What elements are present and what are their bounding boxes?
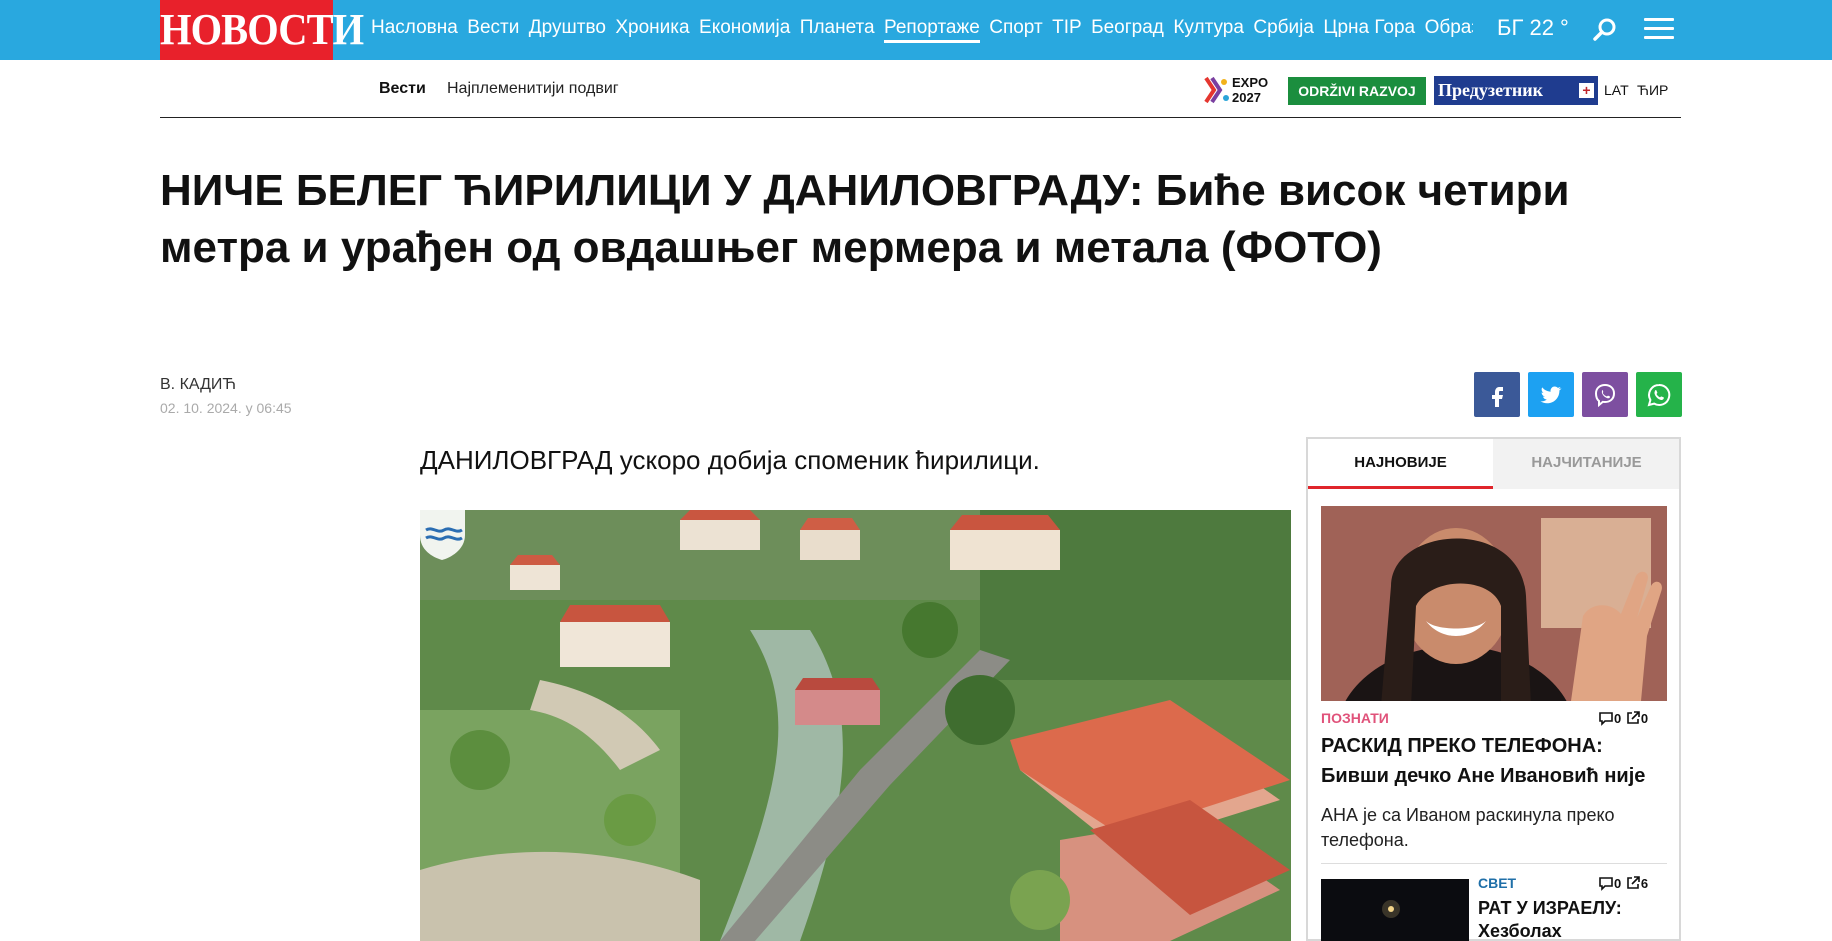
nav-item-ekonomija[interactable]: Економија <box>699 0 790 56</box>
share-count: 6 <box>1640 876 1649 891</box>
nav-item-hronika[interactable]: Хроника <box>615 0 689 56</box>
viber-icon <box>1594 383 1616 407</box>
news-sidebar: НАЈНОВИЈЕ НАЈЧИТАНИЈЕ ПОЗНАТИ 0 0 РАСКИД… <box>1306 437 1681 941</box>
sidebar-tabs: НАЈНОВИЈЕ НАЈЧИТАНИЈЕ <box>1308 439 1679 489</box>
news-item-image[interactable] <box>1321 506 1667 701</box>
news-category[interactable]: ПОЗНАТИ <box>1321 710 1389 726</box>
weather-widget[interactable]: БГ 22 ° <box>1497 0 1569 60</box>
breadcrumb-tag[interactable]: Најплеменитији подвиг <box>447 80 619 98</box>
nav-item-tip[interactable]: TIP <box>1052 0 1082 56</box>
language-cyrillic-link[interactable]: ЋИР <box>1637 82 1668 98</box>
viber-share-button[interactable] <box>1582 372 1628 417</box>
hamburger-menu-icon[interactable] <box>1644 18 1674 40</box>
nav-item-beograd[interactable]: Београд <box>1091 0 1164 56</box>
twitter-share-button[interactable] <box>1528 372 1574 417</box>
twitter-icon <box>1540 386 1562 404</box>
expo-2027-text: EXPO 2027 <box>1232 75 1269 105</box>
plus-icon: + <box>1579 83 1594 98</box>
facebook-icon <box>1492 387 1503 407</box>
article-photo-danilovgrad[interactable] <box>420 510 1291 941</box>
main-nav: Насловна Вести Друштво Хроника Економија… <box>371 0 1473 60</box>
news-counters: 0 0 <box>1598 710 1648 726</box>
article-lead: ДАНИЛОВГРАД ускоро добија споменик ћирил… <box>420 445 1040 475</box>
novosti-logo[interactable]: НОВОСТИ <box>160 0 364 60</box>
nav-item-planeta[interactable]: Планета <box>800 0 875 56</box>
news-lead: АНА је са Иваном раскинула преко телефон… <box>1321 805 1615 850</box>
odrzivi-razvoj-badge[interactable]: ODRŽIVI RAZVOJ <box>1288 77 1426 105</box>
news-item-2-image[interactable] <box>1321 879 1469 941</box>
share-icon <box>1627 711 1640 724</box>
news-2-category[interactable]: СВЕТ <box>1478 875 1516 891</box>
top-navigation-bar: НОВОСТИ Насловна Вести Друштво Хроника Е… <box>0 0 1832 60</box>
sub-header: Вести Најплеменитији подвиг EXPO 2027 OD… <box>160 60 1681 118</box>
article-author[interactable]: В. КАДИЋ <box>160 376 236 394</box>
share-icon <box>1627 876 1640 889</box>
share-count: 0 <box>1640 711 1649 726</box>
nav-item-srbija[interactable]: Србија <box>1253 0 1314 56</box>
article-date: 02. 10. 2024. у 06:45 <box>160 400 292 416</box>
nav-item-naslovna[interactable]: Насловна <box>371 0 458 56</box>
nav-item-vesti[interactable]: Вести <box>467 0 519 56</box>
news-title[interactable]: РАСКИД ПРЕКО ТЕЛЕФОНА: Бивши дечко Ане И… <box>1321 731 1671 791</box>
comment-icon <box>1599 712 1613 726</box>
news-2-title[interactable]: РАТ У ИЗРАЕЛУ: Хезболах <box>1478 897 1668 941</box>
language-latin-link[interactable]: LAT <box>1604 82 1629 98</box>
news-divider <box>1321 863 1667 864</box>
facebook-share-button[interactable] <box>1474 372 1520 417</box>
preduzetnik-badge[interactable]: Предузетник + <box>1434 76 1598 105</box>
comment-count: 0 <box>1614 711 1622 726</box>
nav-item-crna-gora[interactable]: Црна Гора <box>1323 0 1415 56</box>
nav-item-kultura[interactable]: Култура <box>1173 0 1244 56</box>
tab-most-read[interactable]: НАЈЧИТАНИЈЕ <box>1494 439 1679 489</box>
search-icon[interactable] <box>1592 16 1618 42</box>
breadcrumb-section[interactable]: Вести <box>379 80 426 98</box>
nav-item-reportaze[interactable]: Репортаже <box>884 0 980 56</box>
nav-item-sport[interactable]: Спорт <box>989 0 1042 56</box>
article-title: НИЧЕ БЕЛЕГ ЋИРИЛИЦИ У ДАНИЛОВГРАДУ: Биће… <box>160 166 1570 272</box>
comment-icon <box>1599 877 1613 891</box>
whatsapp-icon <box>1647 383 1671 407</box>
nav-item-drustvo[interactable]: Друштво <box>529 0 606 56</box>
preduzetnik-label: Предузетник <box>1438 80 1544 100</box>
whatsapp-share-button[interactable] <box>1636 372 1682 417</box>
nav-item-obrazovanje[interactable]: Образ <box>1425 0 1473 56</box>
news-2-counters: 0 6 <box>1598 875 1648 891</box>
tab-newest[interactable]: НАЈНОВИЈЕ <box>1308 439 1493 489</box>
comment-count: 0 <box>1614 876 1622 891</box>
